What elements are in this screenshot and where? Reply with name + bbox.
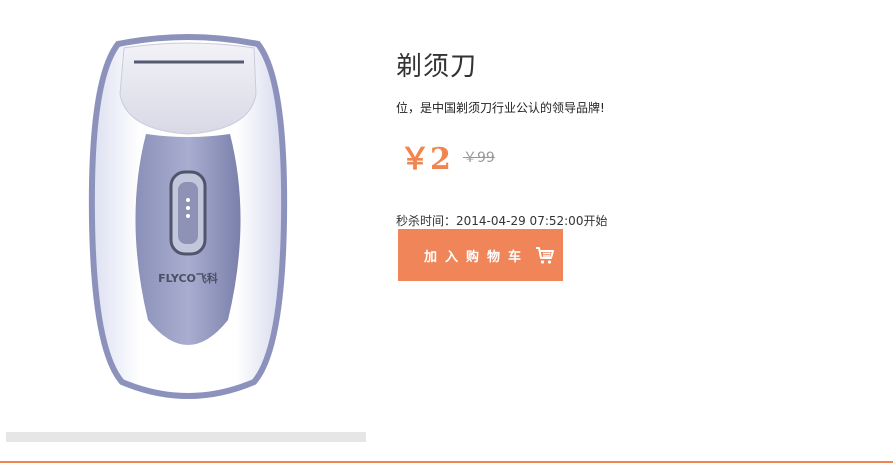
seckill-time: 秒杀时间：2014-04-29 07:52:00开始 <box>396 214 608 228</box>
product-image: FLYCO飞科 <box>6 20 366 432</box>
brand-text: FLYCO飞科 <box>158 271 218 285</box>
current-price: ￥2 <box>400 142 451 177</box>
add-to-cart-label: 加入购物车 <box>424 249 530 265</box>
add-to-cart-button[interactable]: 加入购物车 <box>398 229 563 281</box>
image-scrollbar[interactable] <box>6 432 366 442</box>
product-description: 位，是中国剃须刀行业公认的领导品牌! <box>396 101 605 115</box>
product-title: 剃须刀 <box>396 52 478 82</box>
bottom-divider <box>0 461 893 463</box>
original-price: ￥99 <box>463 150 495 166</box>
shopping-cart-icon <box>535 245 555 265</box>
